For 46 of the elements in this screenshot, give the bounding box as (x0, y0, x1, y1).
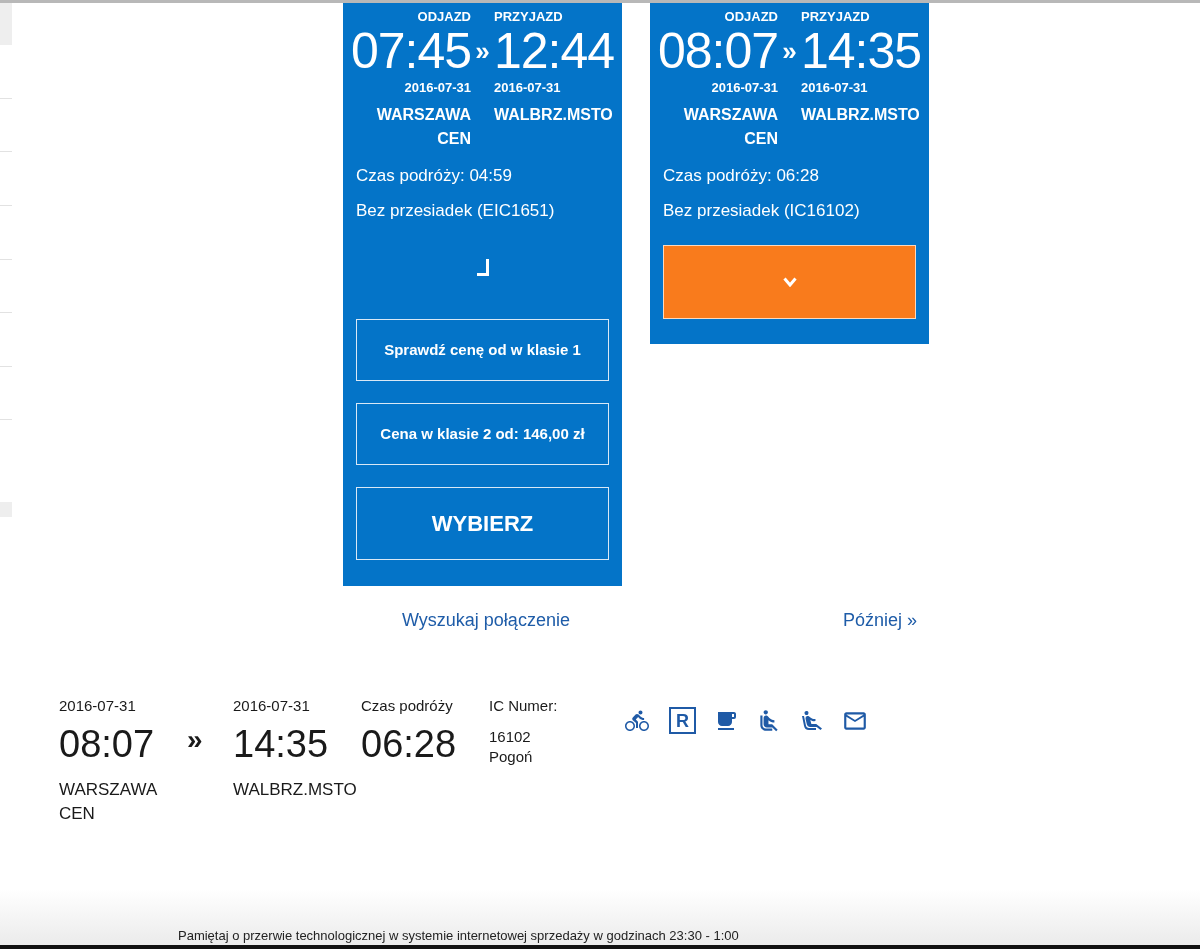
departure-station: WARSZAWA CEN (682, 105, 778, 149)
departure-station: WARSZAWA CEN (59, 779, 158, 825)
arrival-station: WALBRZ.MSTO (801, 105, 921, 125)
arrival-station: WALBRZ.MSTO (233, 779, 358, 801)
departure-label: ODJAZD (416, 9, 471, 24)
transfers-info: Bez przesiadek (EIC1651) (356, 200, 556, 222)
departure-label: ODJAZD (723, 9, 778, 24)
search-link[interactable]: Wyszukaj połączenie (402, 609, 570, 631)
arrival-time: 14:35 (801, 26, 923, 76)
train-name: Pogoń (489, 747, 534, 767)
reclining-person-icon (800, 708, 824, 733)
departure-time: 08:07 (59, 723, 156, 765)
departure-date: 2016-07-31 (403, 80, 471, 95)
arrival-date: 2016-07-31 (494, 80, 562, 95)
departure-station: WARSZAWA CEN (375, 105, 471, 149)
price-button[interactable]: Sprawdź cenę od w klasie 1 (356, 319, 609, 381)
arrival-date: 2016-07-31 (233, 697, 311, 715)
later-link[interactable]: Później » (842, 609, 917, 631)
travel-time: Czas podróży: 06:28 (663, 165, 820, 187)
arrival-date: 2016-07-31 (801, 80, 869, 95)
separator-mark: » (781, 38, 798, 64)
separator-mark: » (474, 38, 491, 64)
bicycle-icon (623, 708, 651, 733)
arrival-label: PRZYJAZD (494, 9, 564, 24)
separator-mark: » (187, 724, 203, 755)
train-number-label: IC Numer: (489, 697, 559, 715)
reservation-sign: R (669, 707, 696, 734)
transfers-info: Bez przesiadek (IC16102) (663, 200, 861, 222)
travel-time-label: Czas podróży (361, 697, 454, 715)
angle-icon[interactable] (476, 259, 489, 276)
arrival-label: PRZYJAZD (801, 9, 871, 24)
price-button[interactable]: Cena w klasie 2 od: 146,00 zł (356, 403, 609, 465)
select-button[interactable]: WYBIERZ (356, 487, 609, 560)
departure-time: 08:07 (656, 26, 778, 76)
travel-time: 06:28 (361, 723, 458, 765)
departure-date: 2016-07-31 (59, 697, 137, 715)
maintenance-notice: Pamiętaj o przerwie technologicznej w systemie internetowej sprzedaży w godzinach 23:30 - 1:00 (178, 928, 739, 944)
arrival-time: 14:35 (233, 723, 330, 765)
travel-time: Czas podróży: 04:59 (356, 165, 513, 187)
departure-time: 07:45 (349, 26, 471, 76)
panel-edge-block (0, 3, 12, 45)
departure-date: 2016-07-31 (710, 80, 778, 95)
chevron-down-icon (782, 277, 797, 287)
train-number: 16102 (489, 727, 532, 747)
arrival-station: WALBRZ.MSTO (494, 105, 614, 125)
arrival-time: 12:44 (494, 26, 616, 76)
